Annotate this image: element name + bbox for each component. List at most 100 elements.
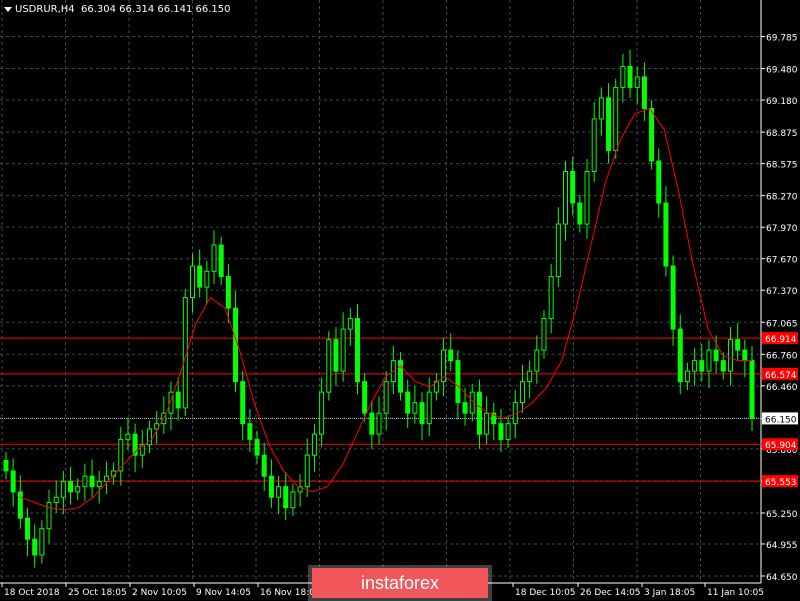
candle-body-17 <box>125 433 131 440</box>
y-tick-label-0: 69.785 <box>766 33 798 43</box>
y-tick-label-1: 69.480 <box>766 66 798 76</box>
candle-body-8 <box>60 480 66 498</box>
candle-body-33 <box>240 381 246 425</box>
y-tick-label-7: 67.670 <box>766 256 798 266</box>
candle-body-96 <box>692 360 698 372</box>
x-tick-label-3: 9 Nov 14:05 <box>196 588 251 598</box>
chart-header: USDRUR,H4 66.304 66.314 66.141 66.150 <box>4 4 231 15</box>
candle-body-69 <box>498 423 504 440</box>
candle-body-39 <box>283 486 289 509</box>
candle-body-59 <box>426 391 432 425</box>
y-tick-label-4: 68.575 <box>766 161 798 171</box>
candle-body-100 <box>720 360 726 372</box>
candle-body-102 <box>735 339 741 351</box>
y-tick-label-10: 66.760 <box>766 351 798 361</box>
candle-body-64 <box>462 402 468 414</box>
candle-body-57 <box>412 402 418 414</box>
candle-body-51 <box>369 412 375 435</box>
x-tick-label-8: 3 Jan 18:05 <box>644 588 695 598</box>
candle-body-47 <box>340 328 346 372</box>
candle-body-36 <box>261 454 267 477</box>
candle-body-6 <box>46 501 52 530</box>
candle-body-43 <box>311 433 317 456</box>
candle-body-30 <box>218 244 224 278</box>
y-tick-label-8: 67.370 <box>766 287 798 297</box>
candle-body-58 <box>419 402 425 425</box>
x-tick-label-1: 25 Oct 18:05 <box>68 588 127 598</box>
level-label-3: 65.553 <box>765 478 797 488</box>
candle-body-52 <box>376 412 382 435</box>
y-tick-label-15: 65.250 <box>766 510 798 520</box>
candle-body-86 <box>620 65 626 88</box>
candle-body-44 <box>319 391 325 435</box>
x-tick-label-6: 18 Dec 10:05 <box>515 588 576 598</box>
candle-body-1 <box>10 470 16 493</box>
y-tick-label-5: 68.270 <box>766 193 798 203</box>
candle-body-40 <box>290 491 296 509</box>
candle-body-97 <box>699 360 705 372</box>
x-tick-label-9: 11 Jan 10:05 <box>707 588 764 598</box>
instaforex-watermark: instaforex <box>312 568 488 598</box>
candle-body-63 <box>455 360 461 404</box>
candle-body-83 <box>598 97 604 120</box>
candle-body-49 <box>354 318 360 383</box>
symbol-label: USDRUR,H4 <box>15 4 75 15</box>
candle-body-24 <box>175 391 181 409</box>
candle-body-87 <box>627 65 633 88</box>
candle-body-79 <box>570 170 576 204</box>
candle-body-38 <box>276 486 282 498</box>
candle-body-4 <box>32 538 38 556</box>
candle-body-94 <box>677 328 683 383</box>
x-tick-label-7: 26 Dec 14:05 <box>580 588 641 598</box>
candle-body-50 <box>362 381 368 414</box>
candle-body-90 <box>649 107 655 162</box>
candle-body-5 <box>39 528 45 556</box>
y-tick-label-16: 64.955 <box>766 541 798 551</box>
candle-body-73 <box>527 370 533 383</box>
y-tick-label-9: 67.065 <box>766 319 798 329</box>
y-tick-label-11: 66.460 <box>766 383 798 393</box>
candle-body-88 <box>634 76 640 88</box>
level-label-2: 65.904 <box>765 441 797 451</box>
candle-body-34 <box>247 423 253 440</box>
candle-body-42 <box>304 454 310 488</box>
candle-body-7 <box>53 496 59 503</box>
price-chart[interactable]: 69.785 69.480 69.180 68.875 68.575 68.270 67.9… <box>0 0 800 600</box>
x-tick-label-0: 18 Oct 2018 <box>4 588 60 598</box>
candle-body-3 <box>25 517 31 540</box>
ohlc-values: 66.304 66.314 66.141 66.150 <box>81 4 231 15</box>
candle-body-74 <box>534 349 540 372</box>
candle-body-45 <box>326 339 332 393</box>
candle-body-99 <box>713 349 719 362</box>
candle-body-78 <box>563 170 568 225</box>
candle-body-13 <box>96 480 102 488</box>
candle-body-95 <box>684 370 690 383</box>
candle-body-80 <box>577 202 583 225</box>
candle-body-84 <box>606 97 612 151</box>
dropdown-triangle-icon[interactable] <box>4 6 12 12</box>
candle-body-48 <box>347 318 353 330</box>
candle-body-28 <box>204 270 210 288</box>
candle-body-32 <box>233 307 239 383</box>
candle-body-11 <box>82 475 88 488</box>
candle-body-89 <box>641 76 647 109</box>
candle-body-27 <box>197 265 203 288</box>
candle-body-70 <box>505 423 511 440</box>
candle-body-75 <box>541 318 547 351</box>
candle-body-31 <box>225 276 231 309</box>
candle-body-91 <box>656 160 662 204</box>
candle-body-72 <box>519 381 525 404</box>
candle-body-66 <box>476 391 482 435</box>
x-tick-label-2: 2 Nov 10:05 <box>132 588 187 598</box>
candle-body-10 <box>75 486 81 493</box>
candle-body-35 <box>254 438 260 456</box>
candle-body-98 <box>706 349 712 372</box>
level-label-1: 66.574 <box>765 371 797 381</box>
candle-body-67 <box>484 412 490 435</box>
y-tick-label-17: 64.650 <box>766 573 798 583</box>
candle-body-62 <box>448 349 454 362</box>
chart-background <box>0 0 800 600</box>
candle-body-46 <box>333 339 339 372</box>
candle-body-9 <box>68 480 74 493</box>
level-label-0: 66.914 <box>765 335 797 345</box>
